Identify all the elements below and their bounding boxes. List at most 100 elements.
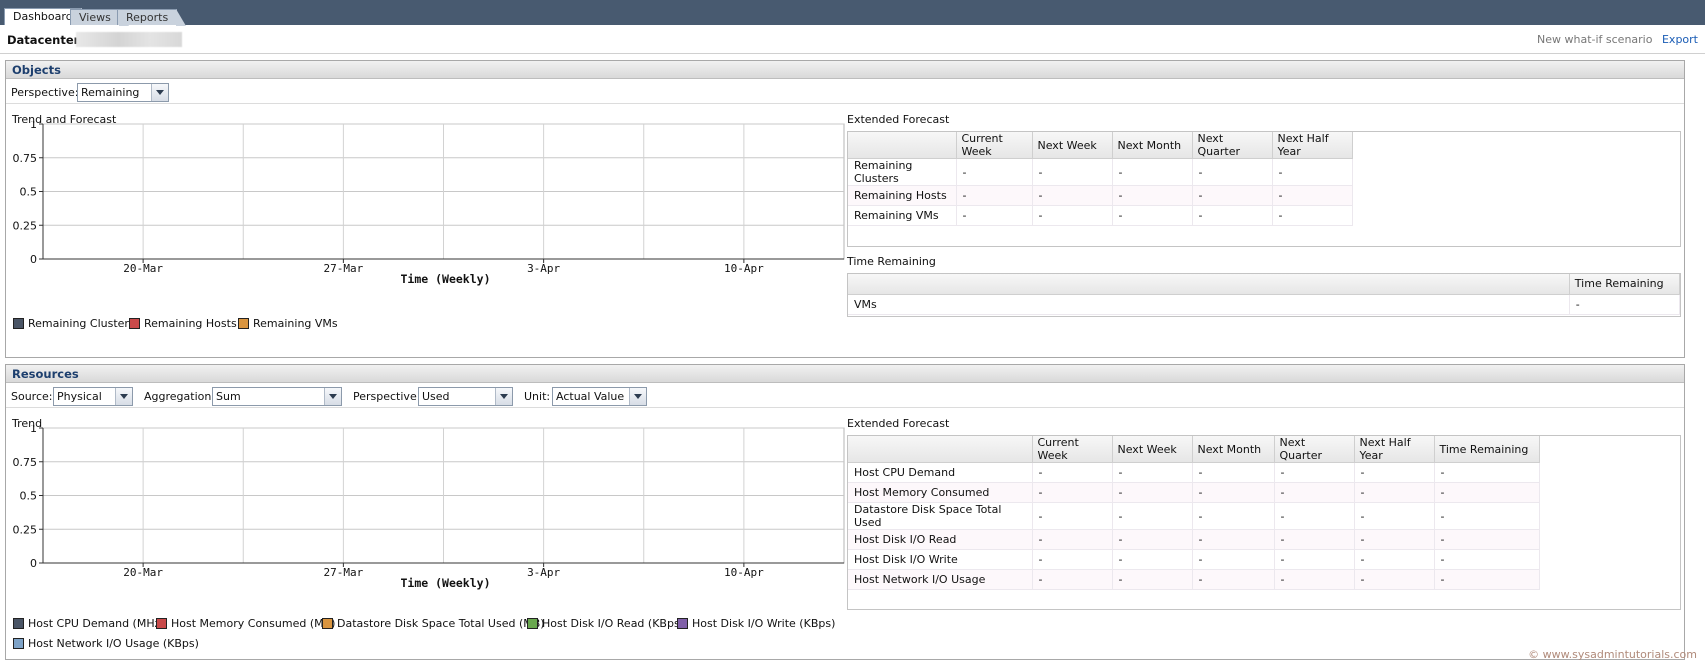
row-label: Remaining Hosts xyxy=(848,185,957,206)
aggregation-select[interactable]: Sum xyxy=(212,387,342,406)
unit-label: Unit: xyxy=(524,390,551,403)
legend-swatch xyxy=(129,318,140,329)
column-header[interactable] xyxy=(848,436,1033,463)
legend-swatch xyxy=(156,618,167,629)
table-cell: - xyxy=(1274,529,1355,550)
table-row[interactable]: Host CPU Demand - - - - - - xyxy=(848,462,1540,483)
column-header[interactable]: Next Half Year xyxy=(1272,132,1353,159)
time-remaining-table: Time Remaining VMs - xyxy=(847,273,1681,317)
tab-reports[interactable]: Reports xyxy=(117,9,187,26)
row-label: Remaining VMs xyxy=(848,205,957,226)
table-cell: - xyxy=(1112,158,1193,186)
table-cell: - xyxy=(1192,529,1275,550)
x-tick-label: 27-Mar xyxy=(324,262,364,275)
y-tick-label: 0.25 xyxy=(13,219,38,232)
objects-panel-title: Objects xyxy=(6,61,1684,79)
table-cell: - xyxy=(1112,529,1193,550)
legend-item: Remaining Clusters xyxy=(13,317,135,330)
column-header[interactable]: Next Quarter xyxy=(1274,436,1355,463)
column-header[interactable]: Next Month xyxy=(1112,132,1193,159)
row-label: Host Network I/O Usage xyxy=(848,569,1033,590)
table-cell: - xyxy=(1272,205,1353,226)
objects-perspective-select[interactable]: Remaining xyxy=(77,83,169,102)
table-cell: - xyxy=(1112,502,1193,530)
legend-swatch xyxy=(238,318,249,329)
column-header[interactable]: Next Month xyxy=(1192,436,1275,463)
column-header[interactable]: Next Week xyxy=(1032,132,1113,159)
objects-extended-forecast-title: Extended Forecast xyxy=(847,113,950,126)
resources-toolbar: Source: Physical Aggregation: Sum Perspe… xyxy=(6,384,1684,408)
column-header[interactable]: Next Half Year xyxy=(1354,436,1435,463)
table-header-row: Current Week Next Week Next Month Next Quar… xyxy=(848,436,1540,463)
x-axis-label: Time (Weekly) xyxy=(400,272,490,286)
unit-select[interactable]: Actual Value xyxy=(552,387,647,406)
resources-perspective-label: Perspective: xyxy=(353,390,421,403)
table-cell: - xyxy=(1112,205,1193,226)
source-value: Physical xyxy=(57,390,102,403)
legend-label: Host CPU Demand (MHz) xyxy=(28,617,165,630)
x-tick-label: 3-Apr xyxy=(527,262,560,275)
row-label: Host Memory Consumed xyxy=(848,482,1033,503)
table-cell: - xyxy=(1032,158,1113,186)
column-header[interactable] xyxy=(848,274,1570,295)
new-what-if-scenario-link[interactable]: New what-if scenario xyxy=(1537,33,1652,46)
table-cell: - xyxy=(1032,205,1113,226)
table-cell: - xyxy=(1434,529,1540,550)
resources-perspective-select[interactable]: Used xyxy=(418,387,513,406)
table-cell: - xyxy=(1112,462,1193,483)
table-cell: - xyxy=(1434,462,1540,483)
table-row[interactable]: Host Memory Consumed - - - - - - xyxy=(848,482,1540,503)
datacenter-label: Datacenter: xyxy=(7,33,84,47)
table-cell: - xyxy=(1032,462,1113,483)
table-row[interactable]: Host Disk I/O Read - - - - - - xyxy=(848,529,1540,550)
table-row[interactable]: Remaining VMs - - - - - xyxy=(848,205,1353,226)
column-header[interactable]: Current Week xyxy=(956,132,1033,159)
time-remaining-grid: Time Remaining VMs - xyxy=(848,274,1681,315)
column-header[interactable]: Time Remaining xyxy=(1434,436,1540,463)
column-header[interactable]: Next Week xyxy=(1112,436,1193,463)
chevron-down-icon[interactable] xyxy=(495,388,512,405)
row-label: Host CPU Demand xyxy=(848,462,1033,483)
datacenter-bar: Datacenter: New what-if scenario Export xyxy=(0,26,1705,54)
time-remaining-title: Time Remaining xyxy=(847,255,936,268)
table-cell: - xyxy=(1192,502,1275,530)
legend-item: Datastore Disk Space Total Used (MB) xyxy=(322,617,545,630)
table-row[interactable]: Datastore Disk Space Total Used - - - - - - xyxy=(848,502,1540,530)
x-tick-label: 10-Apr xyxy=(724,262,764,275)
resources-panel: Resources Source: Physical Aggregation: … xyxy=(5,364,1685,660)
column-header[interactable]: Time Remaining xyxy=(1569,274,1681,295)
table-cell: - xyxy=(1032,569,1113,590)
row-label: Host Disk I/O Read xyxy=(848,529,1033,550)
y-tick-label: 0.5 xyxy=(20,490,38,503)
table-cell: - xyxy=(1112,185,1193,206)
legend-item: Remaining VMs xyxy=(238,317,338,330)
table-row[interactable]: Remaining Clusters - - - - - xyxy=(848,158,1353,186)
table-row[interactable]: VMs - xyxy=(848,294,1681,315)
y-tick-label: 0.5 xyxy=(20,186,38,199)
legend-swatch xyxy=(322,618,333,629)
resources-trend-chart: 0 0.25 0.5 0.75 1 20-Mar 27-Mar 3-Apr 10-Apr Time… xyxy=(13,425,845,590)
legend-label: Datastore Disk Space Total Used (MB) xyxy=(337,617,545,630)
legend-label: Host Disk I/O Write (KBps) xyxy=(692,617,836,630)
column-header[interactable]: Current Week xyxy=(1032,436,1113,463)
row-label: Remaining Clusters xyxy=(848,158,957,186)
table-cell: - xyxy=(1354,462,1435,483)
column-header[interactable]: Next Quarter xyxy=(1192,132,1273,159)
source-select[interactable]: Physical xyxy=(53,387,133,406)
chevron-down-icon[interactable] xyxy=(324,388,341,405)
table-cell: - xyxy=(1272,158,1353,186)
table-cell: - xyxy=(1112,549,1193,570)
export-link[interactable]: Export xyxy=(1662,33,1698,46)
chevron-down-icon[interactable] xyxy=(151,84,168,101)
table-row[interactable]: Host Network I/O Usage - - - - - - xyxy=(848,569,1540,590)
chevron-down-icon[interactable] xyxy=(629,388,646,405)
table-row[interactable]: Host Disk I/O Write - - - - - - xyxy=(848,549,1540,570)
table-cell: - xyxy=(1354,482,1435,503)
table-row[interactable]: Remaining Hosts - - - - - xyxy=(848,185,1353,206)
table-cell: - xyxy=(1032,549,1113,570)
column-header[interactable] xyxy=(848,132,957,159)
chevron-down-icon[interactable] xyxy=(115,388,132,405)
tab-views[interactable]: Views xyxy=(70,9,129,26)
objects-forecast-grid: Current Week Next Week Next Month Next Quar… xyxy=(848,132,1353,226)
aggregation-label: Aggregation: xyxy=(144,390,216,403)
